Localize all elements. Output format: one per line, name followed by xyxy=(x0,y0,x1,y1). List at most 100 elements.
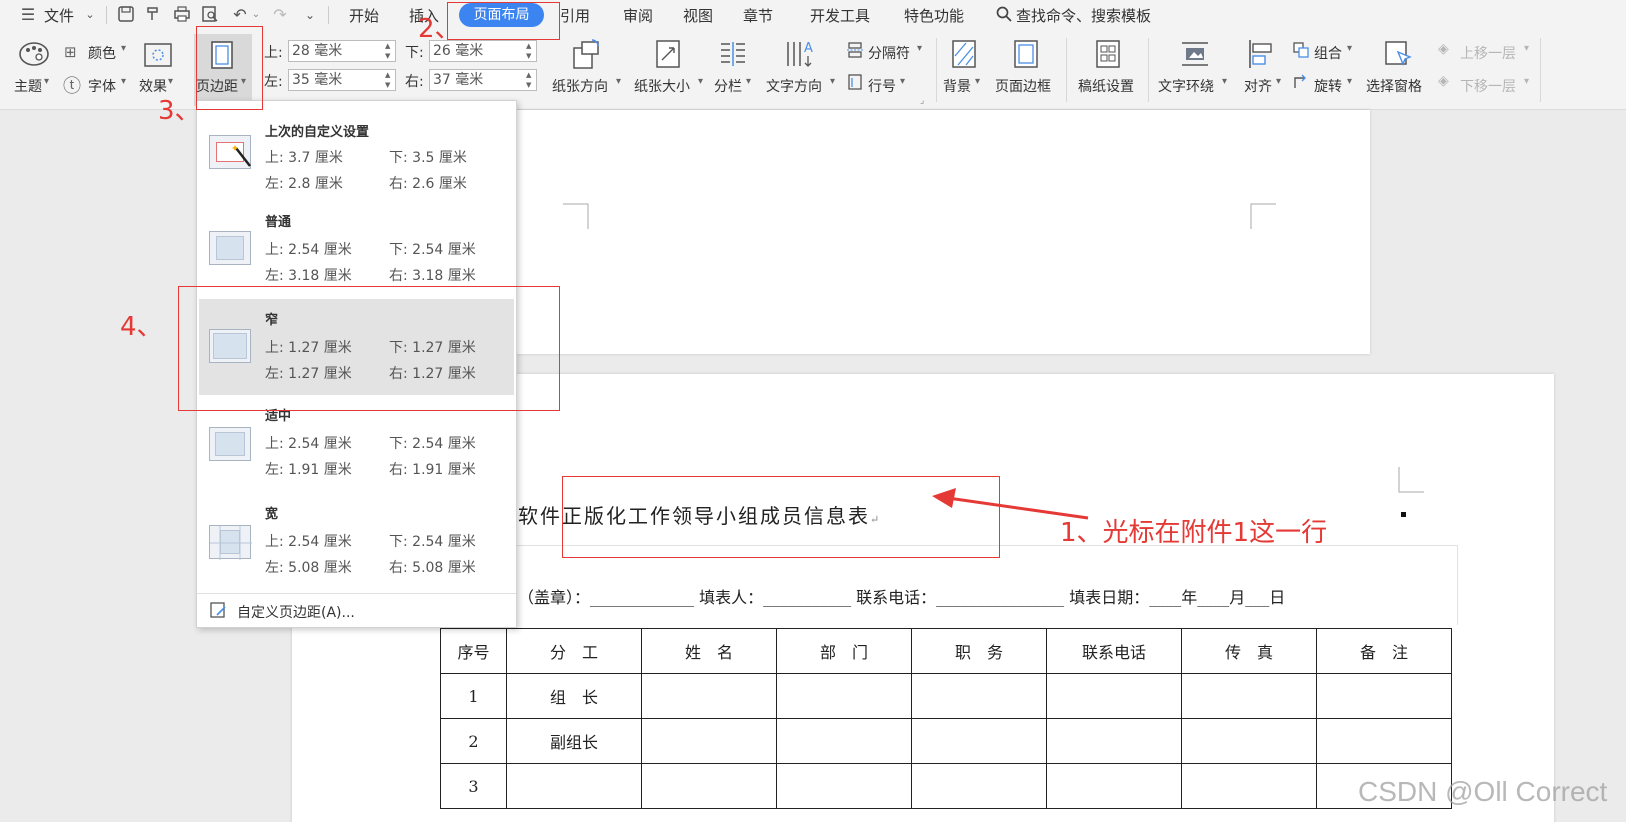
page-border-button[interactable]: 页面边框 xyxy=(995,76,1051,96)
table-cell[interactable]: 副组长 xyxy=(506,718,642,764)
rotate-button[interactable]: 旋转 xyxy=(1314,76,1342,96)
tab-special[interactable]: 特色功能 xyxy=(904,5,964,26)
tab-chapter[interactable]: 章节 xyxy=(743,5,773,26)
chevron-down-icon[interactable]: ⌄ xyxy=(80,5,100,25)
table-cell[interactable] xyxy=(641,763,777,809)
margin-corner-marker xyxy=(563,203,589,229)
top-margin-input[interactable]: 28 毫米 ▲ ▼ xyxy=(288,40,396,62)
divider xyxy=(106,6,107,24)
table-cell[interactable] xyxy=(1316,673,1452,719)
table-cell[interactable]: 1 xyxy=(440,673,507,719)
customize-icon[interactable]: ⌄ xyxy=(300,5,320,25)
divider xyxy=(328,6,329,24)
table-cell[interactable] xyxy=(1181,763,1317,809)
text-wrap-icon[interactable] xyxy=(1180,40,1210,70)
text-wrap-button[interactable]: 文字环绕 xyxy=(1158,76,1214,96)
right-margin-input[interactable]: 37 毫米 ▲ ▼ xyxy=(429,69,537,91)
send-backward-button[interactable]: 下移一层 xyxy=(1460,76,1516,96)
redo-icon[interactable]: ↷ xyxy=(270,5,290,25)
form-header-line[interactable]: （盖章）：_____________ 填表人：___________ 联系电话：… xyxy=(518,584,1285,608)
hamburger-icon[interactable]: ☰ xyxy=(18,5,38,25)
background-button[interactable]: 背景 xyxy=(943,76,971,96)
margin-preset-last-custom[interactable]: 上次的自定义设置 上: 3.7 厘米 下: 3.5 厘米 左: 2.8 厘米 右… xyxy=(199,103,514,199)
manuscript-button[interactable]: 稿纸设置 xyxy=(1078,76,1134,96)
chevron-down-icon: ▾ xyxy=(900,76,906,87)
line-numbers-button[interactable]: 行号 xyxy=(868,76,896,96)
chevron-down-icon: ▾ xyxy=(1347,43,1353,54)
color-button[interactable]: 颜色 xyxy=(88,43,116,63)
selection-pane-button[interactable]: 选择窗格 xyxy=(1366,76,1422,96)
table-cell[interactable]: 组 长 xyxy=(506,673,642,719)
dialog-launcher-icon[interactable]: ⌟ xyxy=(920,96,924,106)
annotation-box-page-layout-tab xyxy=(447,2,560,40)
page-border-icon[interactable] xyxy=(1012,38,1042,68)
table-cell[interactable] xyxy=(911,673,1047,719)
manuscript-icon[interactable] xyxy=(1094,38,1124,68)
custom-margins-item[interactable]: 自定义页边距(A)... xyxy=(197,595,516,627)
search-icon[interactable] xyxy=(994,5,1014,25)
table-cell[interactable] xyxy=(641,673,777,719)
save-icon[interactable] xyxy=(116,5,136,25)
tab-review[interactable]: 审阅 xyxy=(623,5,653,26)
left-margin-input[interactable]: 35 毫米 ▲ ▼ xyxy=(288,69,396,91)
text-boundary-line xyxy=(1457,545,1458,625)
tab-references[interactable]: 引用 xyxy=(560,5,590,26)
font-button[interactable]: 字体 xyxy=(88,76,116,96)
step1-label: 1、光标在附件1这一行 xyxy=(1060,518,1328,548)
breaks-button[interactable]: 分隔符 xyxy=(868,43,910,63)
margin-preset-normal[interactable]: 普通 上: 2.54 厘米 下: 2.54 厘米 左: 3.18 厘米 右: 3… xyxy=(199,201,514,297)
selection-pane-icon[interactable] xyxy=(1384,40,1414,70)
margin-preset-wide[interactable]: 宽 上: 2.54 厘米 下: 2.54 厘米 左: 5.08 厘米 右: 5.… xyxy=(199,495,514,591)
right-margin-label: 右: xyxy=(405,74,424,90)
theme-button[interactable]: 主题 xyxy=(14,76,42,96)
effect-icon[interactable] xyxy=(143,42,173,72)
table-cell[interactable] xyxy=(776,673,912,719)
chevron-down-icon: ▾ xyxy=(1222,76,1228,87)
tab-view[interactable]: 视图 xyxy=(683,5,713,26)
tab-home[interactable]: 开始 xyxy=(349,5,379,26)
background-icon[interactable] xyxy=(950,38,980,68)
margin-preset-moderate[interactable]: 适中 上: 2.54 厘米 下: 2.54 厘米 左: 1.91 厘米 右: 1… xyxy=(199,397,514,493)
table-cell[interactable] xyxy=(506,763,642,809)
table-cell[interactable] xyxy=(911,718,1047,764)
format-painter-icon[interactable] xyxy=(144,5,164,25)
undo-dropdown-icon[interactable]: ⌄ xyxy=(246,5,266,25)
columns-icon[interactable] xyxy=(718,40,748,70)
print-icon[interactable] xyxy=(172,5,192,25)
chevron-down-icon: ▾ xyxy=(975,76,981,87)
tab-developer[interactable]: 开发工具 xyxy=(810,5,870,26)
table-cell[interactable] xyxy=(1046,673,1182,719)
custom-margin-icon xyxy=(209,135,251,169)
send-backward-icon: ◈ xyxy=(1438,73,1449,89)
paper-size-icon[interactable] xyxy=(654,38,684,68)
table-cell[interactable] xyxy=(911,763,1047,809)
file-menu[interactable]: 文件 xyxy=(44,5,74,26)
text-direction-button[interactable]: 文字方向 xyxy=(766,76,822,96)
font-theme-icon: ⓣ xyxy=(63,76,81,97)
table-cell[interactable] xyxy=(1046,718,1182,764)
table-cell[interactable] xyxy=(1181,673,1317,719)
line-numbers-icon xyxy=(846,73,864,95)
table-cell[interactable] xyxy=(1046,763,1182,809)
print-preview-icon[interactable] xyxy=(200,5,220,25)
table-cell[interactable] xyxy=(776,763,912,809)
table-cell[interactable]: 2 xyxy=(440,718,507,764)
table-cell[interactable] xyxy=(1181,718,1317,764)
align-button[interactable]: 对齐 xyxy=(1244,76,1272,96)
palette-icon[interactable] xyxy=(18,40,49,70)
align-icon[interactable] xyxy=(1246,38,1276,68)
columns-button[interactable]: 分栏 xyxy=(714,76,742,96)
table-cell[interactable] xyxy=(1316,718,1452,764)
document-page-1[interactable] xyxy=(494,110,1370,354)
paper-size-button[interactable]: 纸张大小 xyxy=(634,76,690,96)
group-button[interactable]: 组合 xyxy=(1314,43,1342,63)
search-command-input[interactable]: 查找命令、搜索模板 xyxy=(1016,5,1151,26)
orientation-button[interactable]: 纸张方向 xyxy=(552,76,608,96)
bring-forward-button[interactable]: 上移一层 xyxy=(1460,43,1516,63)
orientation-icon[interactable] xyxy=(570,38,600,69)
table-cell[interactable] xyxy=(641,718,777,764)
text-direction-icon[interactable]: A xyxy=(784,38,814,68)
table-cell[interactable]: 3 xyxy=(440,763,507,809)
table-cell[interactable] xyxy=(776,718,912,764)
chevron-down-icon: ▾ xyxy=(917,43,923,54)
